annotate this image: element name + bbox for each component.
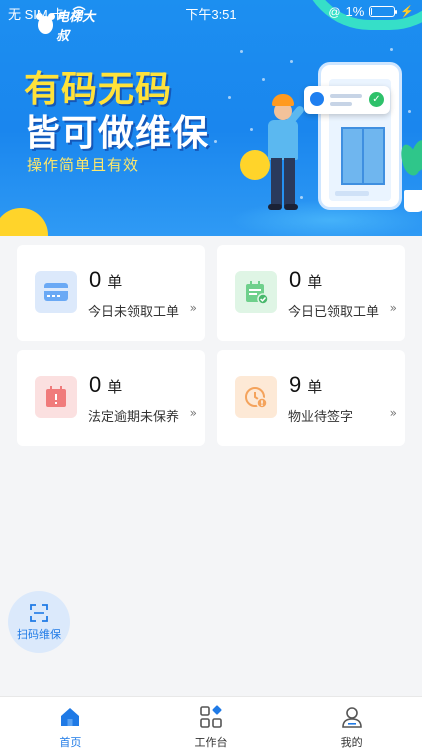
plant-illustration [397,138,422,212]
scan-label: 扫码维保 [17,627,61,641]
card-count: 0单 [89,267,123,292]
checkmark-icon: ✓ [369,92,384,107]
card-count: 0单 [89,372,123,397]
battery-percent: 1% [345,4,365,19]
battery-icon [369,6,398,17]
calendar-alert-icon [46,386,66,407]
card-unclaimed-today[interactable]: 0单 今日未领取工单 » [17,245,205,341]
tab-label: 工作台 [194,736,228,749]
worker-illustration [262,94,306,212]
card-icon-bg [235,376,277,418]
promo-banner[interactable]: 电梯大叔 有码无码 皆可做维保 操作简单且有效 ✓ [0,0,422,236]
chevron-right-icon: » [389,301,397,315]
card-label: 今日未领取工单 [88,305,180,320]
card-count: 9单 [289,372,323,397]
chevron-right-icon: » [189,406,197,420]
clock-alert-icon [245,387,268,409]
card-icon-bg [235,271,277,313]
card-label: 物业待签字 [288,410,354,425]
card-label: 法定逾期未保养 [88,410,180,425]
bottom-tab-bar: 首页 工作台 我的 [0,696,422,750]
home-icon [61,708,80,726]
workbench-icon [200,705,222,728]
scan-icon [30,603,48,622]
tab-label: 首页 [59,736,82,749]
card-icon-bg [35,271,77,313]
calendar-check-icon [246,281,268,304]
card-claimed-today[interactable]: 0单 今日已领取工单 » [217,245,405,341]
phone-illustration [318,62,402,210]
tab-mine[interactable]: 我的 [281,697,422,750]
chevron-right-icon: » [389,406,397,420]
tab-label: 我的 [340,736,363,749]
status-bar: 无 SIM 卡 下午3:51 @ 1% ⚡ [0,0,422,24]
card-overdue-maintenance[interactable]: 0单 法定逾期未保养 » [17,350,205,446]
card-count: 0单 [289,267,323,292]
check-callout-illustration: ✓ [304,86,390,114]
card-label: 今日已领取工单 [288,305,380,320]
user-icon [341,707,362,728]
scan-maintenance-button[interactable]: 扫码维保 [8,591,70,653]
tab-workbench[interactable]: 工作台 [141,697,282,750]
wifi-icon [72,6,86,15]
card-icon [44,283,68,301]
chevron-right-icon: » [189,301,197,315]
headline-line-1: 有码无码 [24,69,173,110]
card-pending-signature[interactable]: 9单 物业待签字 » [217,350,405,446]
card-icon-bg [35,376,77,418]
headline-line-2: 皆可做维保 [24,113,210,154]
location-icon: @ [328,4,341,19]
banner-subtitle: 操作简单且有效 [27,156,140,174]
charging-icon: ⚡ [400,6,414,18]
decor-dot [0,208,48,236]
banner-headline: 有码无码 皆可做维保 [24,68,209,156]
tab-home[interactable]: 首页 [0,697,141,750]
